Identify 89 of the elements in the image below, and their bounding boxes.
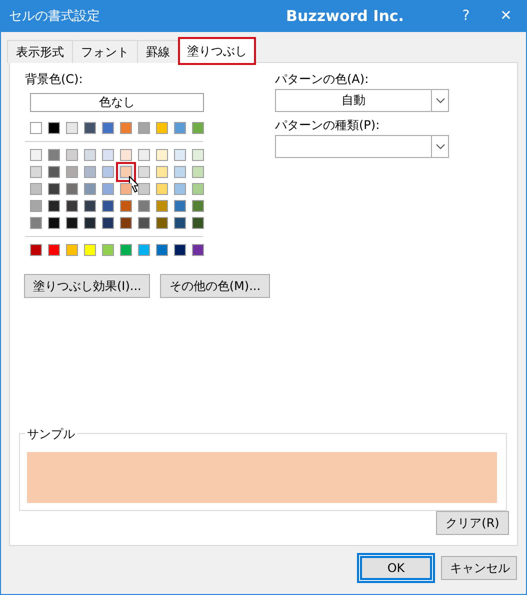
color-swatch[interactable] [174, 149, 186, 161]
color-swatch[interactable] [192, 244, 204, 256]
clear-button[interactable]: クリア(R) [436, 511, 509, 535]
color-swatch[interactable] [102, 217, 114, 229]
color-swatch[interactable] [48, 149, 60, 161]
color-swatch[interactable] [30, 244, 42, 256]
color-swatch[interactable] [138, 166, 150, 178]
close-button[interactable]: ✕ [486, 8, 526, 24]
color-swatch[interactable] [48, 122, 60, 134]
color-swatch[interactable] [102, 244, 114, 256]
color-swatch[interactable] [174, 122, 186, 134]
color-swatch[interactable] [66, 183, 78, 195]
dialog-button[interactable]: 塗りつぶし効果(I)... [24, 274, 150, 298]
dialog-button[interactable]: OK [357, 553, 435, 583]
color-swatch[interactable] [120, 183, 132, 195]
color-swatch[interactable] [174, 200, 186, 212]
field-label: 背景色(C): [25, 71, 83, 88]
color-swatch[interactable] [102, 183, 114, 195]
color-swatch[interactable] [120, 217, 132, 229]
color-swatch[interactable] [102, 200, 114, 212]
color-swatch[interactable] [102, 149, 114, 161]
color-swatch[interactable] [174, 244, 186, 256]
color-swatch[interactable] [30, 183, 42, 195]
color-swatch[interactable] [84, 200, 96, 212]
dialog-button[interactable]: その他の色(M)... [160, 274, 270, 298]
color-swatch[interactable] [84, 149, 96, 161]
color-swatch[interactable] [192, 200, 204, 212]
dropdown[interactable]: 自動 [275, 89, 449, 112]
color-swatch[interactable] [66, 244, 78, 256]
color-swatch[interactable] [174, 217, 186, 229]
color-swatch[interactable] [102, 122, 114, 134]
color-swatch[interactable] [192, 217, 204, 229]
color-swatch[interactable] [138, 217, 150, 229]
color-swatch[interactable] [156, 149, 168, 161]
color-swatch[interactable] [192, 183, 204, 195]
color-swatch[interactable] [138, 122, 150, 134]
color-swatch[interactable] [156, 166, 168, 178]
color-swatch[interactable] [66, 149, 78, 161]
color-swatch[interactable] [192, 122, 204, 134]
color-swatch[interactable] [138, 149, 150, 161]
color-swatch[interactable] [66, 166, 78, 178]
field-label: パターンの種類(P): [275, 117, 381, 134]
color-swatch[interactable] [120, 244, 132, 256]
no-color-button[interactable]: 色なし [30, 93, 204, 112]
brand-name: Buzzword Inc. [286, 7, 404, 25]
color-swatch[interactable] [138, 200, 150, 212]
color-swatch[interactable] [156, 122, 168, 134]
color-swatch[interactable] [156, 244, 168, 256]
color-swatch[interactable] [84, 217, 96, 229]
color-swatch[interactable] [84, 183, 96, 195]
color-swatch[interactable] [120, 149, 132, 161]
color-swatch[interactable] [30, 122, 42, 134]
tab[interactable]: 塗りつぶし [178, 37, 256, 65]
color-swatch[interactable] [48, 244, 60, 256]
color-swatch[interactable] [48, 183, 60, 195]
color-swatch[interactable] [156, 200, 168, 212]
dropdown[interactable] [275, 135, 449, 158]
color-swatch[interactable] [156, 217, 168, 229]
color-swatch[interactable] [174, 166, 186, 178]
field-label: パターンの色(A): [275, 71, 370, 88]
color-swatch[interactable] [66, 200, 78, 212]
color-swatch[interactable] [48, 217, 60, 229]
color-swatch[interactable] [102, 166, 114, 178]
color-swatch[interactable] [120, 200, 132, 212]
color-swatch[interactable] [192, 149, 204, 161]
color-swatch[interactable] [66, 122, 78, 134]
color-swatch[interactable] [48, 200, 60, 212]
color-swatch[interactable] [84, 122, 96, 134]
group-label: サンプル [25, 426, 77, 443]
help-button[interactable]: ? [446, 8, 486, 24]
color-swatch[interactable] [156, 183, 168, 195]
color-swatch[interactable] [84, 244, 96, 256]
color-swatch[interactable] [30, 200, 42, 212]
color-swatch[interactable] [84, 166, 96, 178]
color-swatch[interactable] [30, 166, 42, 178]
color-swatch[interactable] [174, 183, 186, 195]
color-swatch[interactable] [30, 149, 42, 161]
color-swatch[interactable] [120, 122, 132, 134]
color-swatch[interactable] [30, 217, 42, 229]
tab[interactable]: フォント [72, 40, 138, 63]
tab[interactable]: 表示形式 [7, 40, 73, 63]
color-swatch[interactable] [48, 166, 60, 178]
color-swatch[interactable] [66, 217, 78, 229]
color-swatch[interactable] [138, 244, 150, 256]
color-swatch[interactable] [192, 166, 204, 178]
color-swatch[interactable] [138, 183, 150, 195]
dialog-button[interactable]: キャンセル [441, 556, 517, 580]
window-title: セルの書式設定 [9, 8, 101, 25]
tab[interactable]: 罫線 [137, 40, 179, 63]
